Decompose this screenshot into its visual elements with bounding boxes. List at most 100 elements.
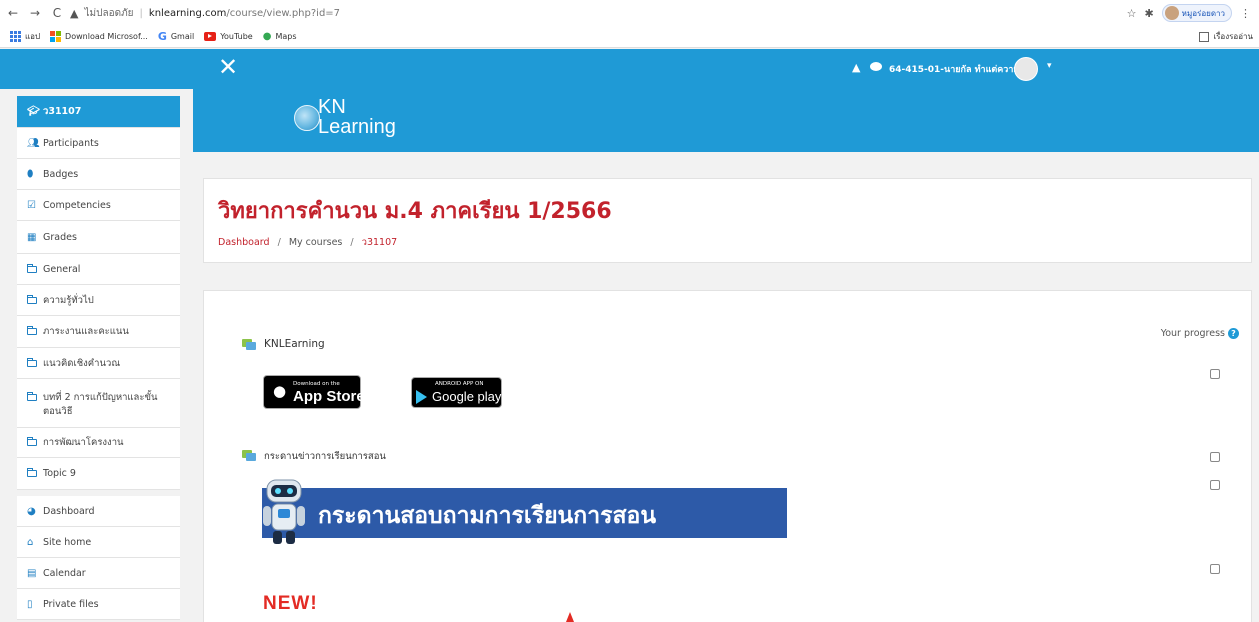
menu-dots-icon[interactable]: ⋮	[1240, 7, 1251, 20]
star-icon[interactable]: ☆	[1127, 7, 1137, 20]
reading-list-button[interactable]: เรื่องรออ่าน	[1199, 30, 1253, 43]
qa-board-title: กระดานสอบถามการเรียนการสอน	[318, 503, 657, 529]
profile-button[interactable]: หมูอร่อยดาว	[1161, 4, 1232, 22]
page-resource-icon	[242, 339, 256, 350]
bell-icon[interactable]: ▲	[852, 61, 860, 74]
file-icon: ▯	[27, 598, 33, 610]
bookmarks-bar: แอป Download Microsof... G Gmail YouTube…	[0, 26, 1259, 48]
sidebar-item-private-files[interactable]: ▯ Private files	[17, 589, 180, 620]
sidebar-item-label: แนวคิดเชิงคำนวณ	[43, 357, 121, 369]
sidebar-item-chapter-2[interactable]: บทที่ 2 การแก้ปัญหาและขั้นตอนวิธี	[17, 379, 180, 428]
close-drawer-icon[interactable]: ✕	[218, 53, 238, 81]
microsoft-icon	[50, 31, 62, 42]
completion-checkbox[interactable]	[1210, 369, 1220, 379]
sidebar-item-dashboard[interactable]: ◕ Dashboard	[17, 496, 180, 527]
forward-arrow-icon[interactable]: →	[26, 6, 44, 20]
sidebar-item-course[interactable]: 🎓︎ ว31107	[17, 96, 180, 128]
bookmark-youtube[interactable]: YouTube	[204, 32, 253, 41]
chat-icon[interactable]	[870, 62, 882, 71]
sidebar-item-project-development[interactable]: การพัฒนาโครงงาน	[17, 428, 180, 458]
page-title: วิทยาการคำนวน ม.4 ภาคเรียน 1/2566	[218, 199, 612, 224]
sidebar-item-computational-thinking[interactable]: แนวคิดเชิงคำนวณ	[17, 348, 180, 379]
app-store-button[interactable]: ● Download on the App Store	[263, 375, 365, 409]
profile-name: หมูอร่อยดาว	[1181, 8, 1225, 18]
activity-news-forum[interactable]: กระดานข่าวการเรียนการสอน	[264, 449, 386, 464]
url-path: /course/view.php?id=7	[226, 7, 341, 19]
sidebar-item-label: ว31107	[43, 106, 82, 117]
sidebar-item-assignments[interactable]: ภาระงานและคะแนน	[17, 316, 180, 348]
breadcrumb-my-courses[interactable]: My courses	[289, 237, 343, 248]
badge-icon: ⬮	[27, 168, 34, 180]
table-icon: ▦	[27, 231, 37, 243]
sidebar-item-general-knowledge[interactable]: ความรู้ทั่วไป	[17, 285, 180, 316]
sidebar-item-label: การพัฒนาโครงงาน	[43, 437, 124, 448]
browser-toolbar: ← → C ▲ ไม่ปลอดภัย | knlearning.com/cour…	[0, 0, 1259, 26]
sidebar-item-participants[interactable]: 👥︎ Participants	[17, 128, 180, 159]
address-separator: |	[139, 7, 143, 19]
nav-drawer: 🎓︎ ว31107 👥︎ Participants ⬮ Badges ☑ Com…	[17, 96, 180, 622]
address-bar[interactable]: ▲ ไม่ปลอดภัย | knlearning.com/course/vie…	[70, 4, 340, 22]
red-triangle-icon	[566, 612, 574, 622]
graduation-cap-icon: 🎓︎	[27, 106, 40, 117]
warning-icon[interactable]: ▲	[70, 7, 78, 20]
google-play-button[interactable]: ANDROID APP ON Google play	[411, 377, 502, 408]
bookmark-apps[interactable]: แอป	[10, 30, 40, 43]
avatar[interactable]	[1014, 57, 1038, 81]
user-name[interactable]: 64-415-01-นายกัล ทำแต่ความดี	[889, 62, 1025, 76]
sidebar-item-label: ความรู้ทั่วไป	[43, 294, 94, 306]
apps-icon	[10, 31, 21, 42]
chevron-down-icon[interactable]: ▾	[1047, 61, 1052, 71]
bookmark-maps[interactable]: ● Maps	[263, 31, 297, 42]
youtube-icon	[204, 32, 217, 41]
site-logo[interactable]: KN Learning	[294, 97, 464, 143]
sidebar-item-competencies[interactable]: ☑ Competencies	[17, 190, 180, 221]
extensions-icon[interactable]: ✱	[1144, 7, 1153, 20]
sidebar-item-badges[interactable]: ⬮ Badges	[17, 159, 180, 190]
sidebar-item-calendar[interactable]: ▤ Calendar	[17, 558, 180, 589]
logo-text-line1: KN	[318, 96, 346, 118]
folder-icon	[27, 294, 37, 304]
help-icon[interactable]: ?	[1228, 328, 1239, 339]
play-store-icon	[416, 390, 427, 404]
sidebar-item-label: Dashboard	[43, 505, 95, 517]
sidebar-item-grades[interactable]: ▦ Grades	[17, 221, 180, 254]
sidebar-item-label: Competencies	[43, 199, 111, 211]
sidebar-item-label: Private files	[43, 598, 99, 610]
sidebar-item-label: General	[43, 263, 81, 275]
robot-icon	[263, 479, 305, 544]
reload-icon[interactable]: C	[48, 6, 66, 20]
bookmark-gmail[interactable]: G Gmail	[158, 30, 194, 43]
breadcrumb-course[interactable]: ว31107	[362, 237, 398, 248]
breadcrumb-dashboard[interactable]: Dashboard	[218, 237, 270, 248]
sidebar-item-label: Participants	[43, 137, 99, 149]
logo-text-line2: Learning	[318, 116, 396, 138]
sidebar-item-label: Site home	[43, 536, 92, 548]
bookmark-microsoft[interactable]: Download Microsof...	[50, 31, 148, 42]
breadcrumb: Dashboard / My courses / ว31107	[218, 235, 397, 250]
google-icon: G	[157, 30, 167, 43]
url-text[interactable]: knlearning.com/course/view.php?id=7	[149, 8, 340, 19]
folder-icon	[27, 392, 37, 401]
folder-icon	[27, 326, 37, 335]
sidebar-item-topic-9[interactable]: Topic 9	[17, 458, 180, 490]
completion-checkbox[interactable]	[1210, 564, 1220, 574]
your-progress: Your progress ?	[1161, 328, 1239, 339]
sidebar-item-general[interactable]: General	[17, 254, 180, 285]
page-header: วิทยาการคำนวน ม.4 ภาคเรียน 1/2566 Dashbo…	[203, 178, 1252, 263]
activity-knlearning[interactable]: KNLEarning	[264, 338, 325, 350]
dashboard-icon: ◕	[27, 505, 36, 517]
completion-checkbox[interactable]	[1210, 480, 1220, 490]
bookmark-label: แอป	[25, 32, 41, 41]
completion-checkbox[interactable]	[1210, 452, 1220, 462]
profile-avatar	[1164, 6, 1179, 20]
security-label: ไม่ปลอดภัย	[84, 7, 134, 19]
back-arrow-icon[interactable]: ←	[4, 6, 22, 20]
globe-logo-icon	[294, 105, 320, 131]
users-icon: 👥︎	[27, 137, 40, 149]
forum-icon	[242, 450, 256, 461]
calendar-icon: ▤	[27, 567, 37, 579]
folder-icon	[27, 437, 37, 446]
apple-icon: ●	[273, 382, 287, 400]
folder-icon	[27, 263, 37, 273]
sidebar-item-site-home[interactable]: ⌂ Site home	[17, 527, 180, 558]
